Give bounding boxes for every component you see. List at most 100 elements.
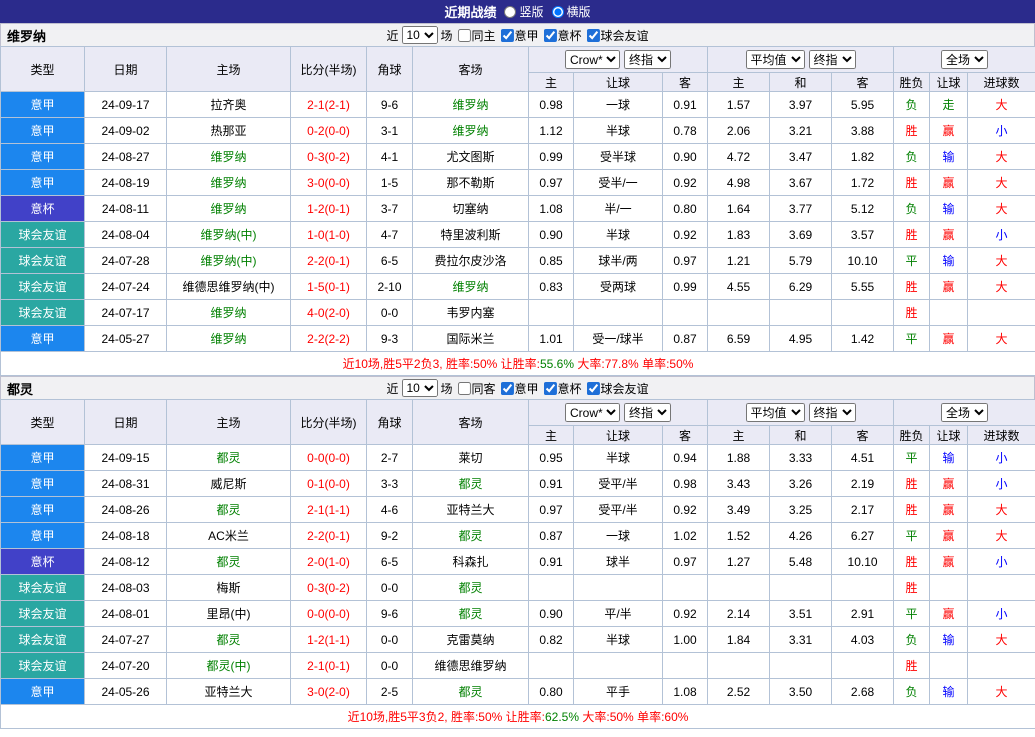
filter-checkbox-1[interactable]: 意甲: [500, 27, 539, 44]
outcome-result: 负: [893, 678, 931, 705]
euro-draw-odds: [769, 299, 833, 326]
match-corners: 9-6: [366, 600, 413, 627]
filter-checkbox-input[interactable]: [500, 381, 514, 395]
asian-handicap: 平手: [573, 678, 663, 705]
match-score: 4-0(2-0): [290, 299, 367, 326]
euro-home-odds: 4.98: [707, 169, 771, 196]
home-team: 都灵: [166, 444, 291, 471]
match-corners: 6-5: [366, 247, 413, 274]
away-team: 国际米兰: [412, 325, 529, 352]
euro-source-select[interactable]: 平均值: [745, 403, 805, 422]
euro-final-select[interactable]: 终指: [808, 403, 856, 422]
filter-checkbox-2[interactable]: 意杯: [543, 27, 582, 44]
match-score: 3-0(2-0): [290, 678, 367, 705]
summary-part: 62.5%: [545, 710, 580, 724]
asian-handicap: 一球: [573, 91, 663, 118]
match-row: 球会友谊 24-07-27 都灵 1-2(1-1) 0-0 克雷莫纳 0.82 半球 1.00 1…: [0, 626, 1035, 653]
filter-checkbox-input[interactable]: [586, 381, 600, 395]
away-team: 那不勒斯: [412, 169, 529, 196]
filter-checkbox-input[interactable]: [586, 28, 600, 42]
filter-checkbox-label: 意甲: [514, 381, 539, 396]
match-type: 球会友谊: [0, 626, 85, 653]
asian-home-odds: [528, 574, 574, 601]
filter-checkbox-3[interactable]: 球会友谊: [586, 27, 649, 44]
filter-checkbox-input[interactable]: [457, 381, 471, 395]
summary-text: 近10场,胜5平3负2, 胜率:50% 让胜率:62.5% 大率:50% 单率:…: [0, 704, 1035, 729]
outcome-result: 胜: [893, 299, 931, 326]
euro-draw-odds: 5.48: [769, 548, 833, 575]
euro-draw-odds: 3.21: [769, 117, 833, 144]
euro-final-select[interactable]: 终指: [808, 50, 856, 69]
result-scope-select[interactable]: 全场: [941, 403, 989, 422]
euro-away-odds: 5.12: [831, 195, 895, 222]
col-header-corners: 角球: [366, 46, 413, 92]
euro-source-select[interactable]: 平均值: [745, 50, 805, 69]
euro-draw-odds: 5.79: [769, 247, 833, 274]
subcol-goals: 进球数: [967, 72, 1035, 92]
asian-handicap: 受平/半: [573, 496, 663, 523]
goals-result: 大: [967, 273, 1035, 300]
asian-source-select[interactable]: Crow*: [565, 50, 621, 69]
match-type: 意甲: [0, 444, 85, 471]
goals-result: 小: [967, 221, 1035, 248]
outcome-result: 胜: [893, 652, 931, 679]
match-corners: 1-5: [366, 169, 413, 196]
match-row: 意甲 24-09-15 都灵 0-0(0-0) 2-7 莱切 0.95 半球 0.94 1.88 3…: [0, 444, 1035, 471]
home-team: 维罗纳: [166, 299, 291, 326]
match-corners: 4-7: [366, 221, 413, 248]
filter-checkbox-3[interactable]: 球会友谊: [586, 380, 649, 397]
col-header-score: 比分(半场): [290, 46, 367, 92]
filter-checkbox-1[interactable]: 意甲: [500, 380, 539, 397]
summary-part: 让胜率:: [502, 710, 545, 724]
match-corners: 9-2: [366, 522, 413, 549]
subcol-handicap-result: 让球: [929, 425, 969, 445]
filter-checkbox-0[interactable]: 同客: [457, 380, 496, 397]
filter-checkbox-2[interactable]: 意杯: [543, 380, 582, 397]
match-count-select[interactable]: 10: [401, 26, 438, 44]
euro-draw-odds: [769, 574, 833, 601]
match-corners: 4-1: [366, 143, 413, 170]
match-date: 24-08-12: [84, 548, 167, 575]
handicap-result: 输: [929, 143, 969, 170]
match-row: 意甲 24-09-17 拉齐奥 2-1(2-1) 9-6 维罗纳 0.98 一球 0.91 1.5…: [0, 91, 1035, 118]
match-row: 意杯 24-08-11 维罗纳 1-2(0-1) 3-7 切塞纳 1.08 半/一 0.80 1.…: [0, 195, 1035, 222]
euro-away-odds: 3.88: [831, 117, 895, 144]
handicap-result: [929, 299, 969, 326]
result-scope-select[interactable]: 全场: [941, 50, 989, 69]
euro-draw-odds: 3.25: [769, 496, 833, 523]
team-name: 都灵: [7, 381, 34, 397]
asian-final-select[interactable]: 终指: [624, 50, 672, 69]
asian-handicap: [573, 652, 663, 679]
col-header-away: 客场: [412, 46, 529, 92]
col-header-score: 比分(半场): [290, 399, 367, 445]
handicap-result: 赢: [929, 169, 969, 196]
vertical-layout-radio[interactable]: [504, 5, 517, 18]
filter-checkbox-0[interactable]: 同主: [457, 27, 496, 44]
asian-handicap: 球半/两: [573, 247, 663, 274]
outcome-result: 胜: [893, 221, 931, 248]
asian-final-select[interactable]: 终指: [624, 403, 672, 422]
asian-source-select[interactable]: Crow*: [565, 403, 621, 422]
match-count-select[interactable]: 10: [401, 379, 438, 397]
match-date: 24-07-17: [84, 299, 167, 326]
goals-result: 大: [967, 678, 1035, 705]
filter-checkbox-input[interactable]: [543, 381, 557, 395]
outcome-result: 平: [893, 600, 931, 627]
summary-part: 近10场,胜5平2负3, 胜率:: [342, 357, 474, 371]
filter-checkbox-input[interactable]: [457, 28, 471, 42]
match-type: 意甲: [0, 117, 85, 144]
summary-part: 50%: [473, 357, 498, 371]
asian-handicap: 平/半: [573, 600, 663, 627]
euro-home-odds: [707, 652, 771, 679]
asian-odds-group-header: Crow* 终指: [527, 46, 709, 73]
euro-draw-odds: [769, 652, 833, 679]
match-score: 1-2(1-1): [290, 626, 367, 653]
filter-checkbox-input[interactable]: [500, 28, 514, 42]
summary-part: 单率:: [633, 710, 665, 724]
filter-checkbox-label: 意甲: [514, 28, 539, 43]
filter-checkbox-input[interactable]: [543, 28, 557, 42]
outcome-result: 负: [893, 143, 931, 170]
layout-option-horizontal[interactable]: 横版: [551, 3, 591, 20]
horizontal-layout-radio[interactable]: [551, 5, 564, 18]
layout-option-vertical[interactable]: 竖版: [504, 3, 544, 20]
